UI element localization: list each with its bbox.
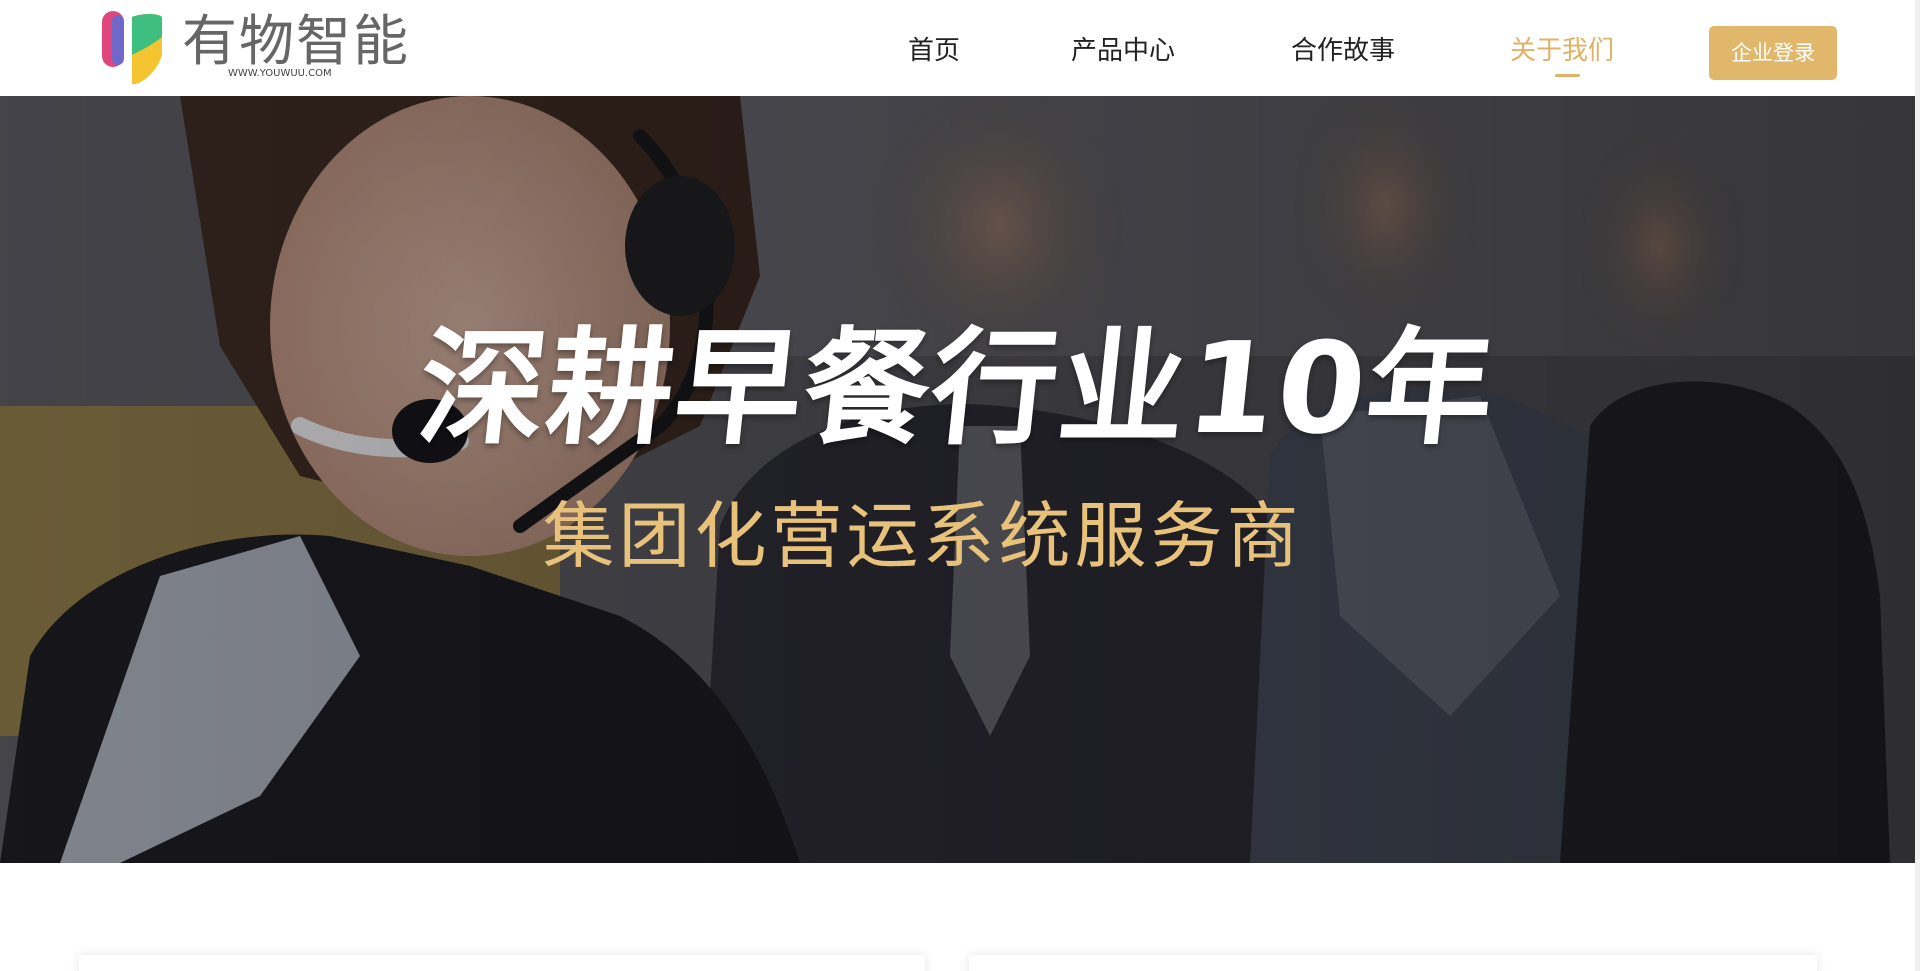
hero-title: 深耕早餐行业10年 (412, 315, 1503, 462)
page: 有物智能 WWW.YOUWUU.COM 首页 产品中心 合作故事 关于我们 企业… (0, 0, 1920, 971)
nav-item-about[interactable]: 关于我们 (1510, 33, 1614, 69)
feature-card-right[interactable] (969, 955, 1817, 971)
nav-active-indicator (1555, 74, 1580, 77)
hero-photo (0, 96, 1915, 863)
logo-url: WWW.YOUWUU.COM (228, 68, 332, 79)
hero-banner: 深耕早餐行业10年 集团化营运系统服务商 (0, 96, 1915, 863)
site-header: 有物智能 WWW.YOUWUU.COM 首页 产品中心 合作故事 关于我们 企业… (0, 0, 1915, 96)
feature-card-left[interactable] (79, 955, 925, 971)
nav-item-products[interactable]: 产品中心 (1071, 33, 1175, 69)
nav-item-home[interactable]: 首页 (908, 33, 960, 69)
logo-icon (102, 11, 162, 84)
logo-link[interactable]: 有物智能 WWW.YOUWUU.COM (102, 8, 408, 84)
scrollbar-track[interactable] (1915, 0, 1920, 971)
nav-item-cases[interactable]: 合作故事 (1291, 33, 1395, 69)
hero-subtitle: 集团化营运系统服务商 (542, 494, 1303, 578)
logo-name: 有物智能 (182, 9, 411, 73)
enterprise-login-button[interactable]: 企业登录 (1709, 26, 1837, 80)
